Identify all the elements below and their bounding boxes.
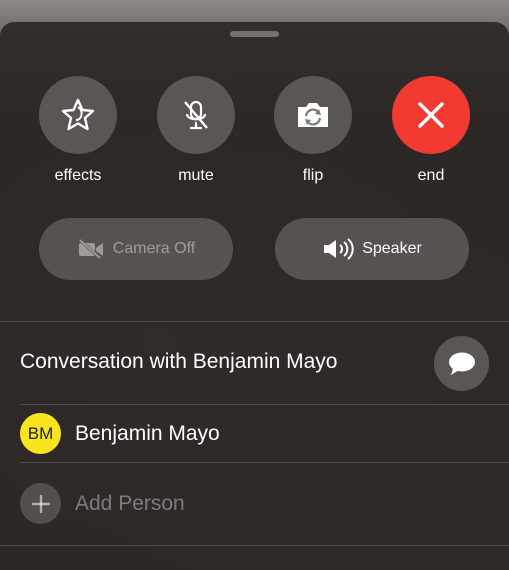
star-effects-icon — [61, 98, 95, 131]
message-button[interactable] — [434, 336, 489, 391]
camera-flip-icon — [298, 103, 328, 127]
flip-button[interactable] — [274, 76, 352, 154]
participant-row[interactable]: BM Benjamin Mayo — [20, 413, 220, 454]
end-label: end — [417, 167, 445, 184]
conversation-title: Conversation with Benjamin Mayo — [20, 350, 338, 373]
flip-label: flip — [302, 167, 324, 184]
call-controls-sheet: effects mute flip end Camera Off Speaker… — [0, 22, 509, 570]
effects-label: effects — [54, 167, 102, 184]
camera-off-label: Camera Off — [112, 240, 196, 257]
row-divider — [20, 404, 509, 405]
sheet-grabber-handle[interactable] — [230, 31, 279, 37]
section-divider — [0, 545, 509, 546]
message-bubble-icon — [448, 352, 475, 375]
effects-button[interactable] — [39, 76, 117, 154]
mute-label: mute — [178, 167, 214, 184]
end-call-button[interactable] — [392, 76, 470, 154]
participant-name: Benjamin Mayo — [75, 421, 220, 445]
video-slash-icon — [78, 239, 103, 259]
speaker-button[interactable]: Speaker — [275, 218, 469, 280]
add-person-button[interactable] — [20, 483, 61, 524]
speaker-label: Speaker — [362, 240, 422, 257]
mute-control[interactable]: mute — [157, 76, 235, 185]
mute-button[interactable] — [157, 76, 235, 154]
add-person-label: Add Person — [75, 491, 185, 515]
close-x-icon — [418, 102, 444, 128]
speaker-wave-icon — [324, 238, 354, 260]
facetime-call-screen: effects mute flip end Camera Off Speaker… — [0, 0, 509, 570]
flip-control[interactable]: flip — [274, 76, 352, 185]
row-divider — [20, 462, 509, 463]
camera-off-button[interactable]: Camera Off — [39, 218, 233, 280]
effects-control[interactable]: effects — [39, 76, 117, 185]
add-person-row[interactable]: Add Person — [20, 483, 185, 524]
end-call-control[interactable]: end — [392, 76, 470, 185]
plus-icon — [31, 494, 50, 513]
section-divider — [0, 321, 509, 322]
microphone-slash-icon — [184, 100, 208, 130]
avatar: BM — [20, 413, 61, 454]
